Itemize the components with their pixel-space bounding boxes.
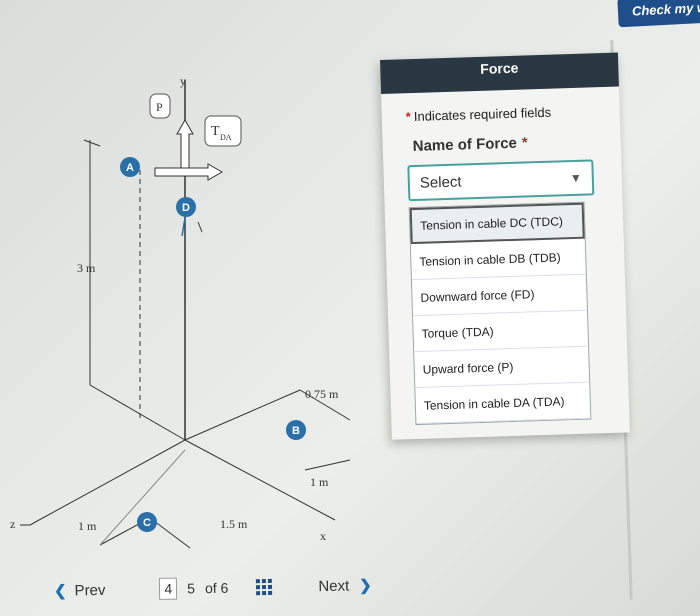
dim-1m-right: 1 m (310, 475, 329, 489)
tension-label: T (211, 124, 220, 139)
dim-3m: 3 m (77, 261, 96, 275)
pagination-footer: ❮ Prev 4 5 of 6 Next ❯ (40, 565, 381, 611)
page-5[interactable]: 5 (187, 580, 195, 596)
grid-view-icon[interactable] (256, 578, 273, 596)
y-axis-label: y (180, 74, 186, 88)
mechanics-diagram: y P T DA 3 m 0.75 m 1 m 1.5 m 1 m x z A … (10, 74, 351, 549)
point-b: B (292, 425, 300, 437)
dim-1-5m: 1.5 m (220, 517, 248, 531)
option-tension-db[interactable]: Tension in cable DB (TDB) (410, 238, 586, 281)
force-p-label: P (156, 100, 163, 114)
point-a: A (126, 162, 134, 174)
required-note: * Indicates required fields (405, 102, 620, 125)
option-torque[interactable]: Torque (TDA) (413, 310, 589, 353)
option-downward-force[interactable]: Downward force (FD) (411, 274, 587, 317)
option-tension-dc[interactable]: Tension in cable DC (TDC) (409, 202, 585, 245)
z-axis-label: z (10, 517, 15, 531)
prev-button[interactable]: ❮ Prev (53, 581, 106, 600)
dim-1m-left: 1 m (78, 519, 97, 533)
option-upward-force[interactable]: Upward force (P) (414, 346, 590, 389)
x-axis-label: x (320, 529, 326, 543)
required-asterisk: * (405, 109, 412, 125)
page-selector: 4 5 of 6 (159, 576, 273, 600)
tension-subscript: DA (220, 133, 232, 142)
chevron-down-icon: ▼ (569, 170, 583, 186)
page-4[interactable]: 4 (159, 577, 178, 600)
next-label: Next (318, 577, 350, 595)
select-value: Select (419, 173, 462, 192)
required-note-text: Indicates required fields (413, 104, 552, 124)
force-panel: Force * Indicates required fields Name of… (380, 52, 630, 440)
point-d: D (182, 202, 190, 214)
required-asterisk: * (521, 134, 528, 152)
dim-075m: 0.75 m (305, 387, 339, 401)
prev-label: Prev (74, 581, 106, 599)
point-c: C (143, 517, 151, 529)
page-count: of 6 (204, 579, 229, 597)
next-button[interactable]: Next ❯ (318, 576, 372, 595)
screen: Check my w y P T DA 3 m 0.75 m 1 m 1.5 m… (0, 0, 700, 616)
check-my-work-button[interactable]: Check my w (617, 0, 700, 28)
name-of-force-label: Name of Force * (412, 131, 620, 155)
option-tension-da[interactable]: Tension in cable DA (TDA) (415, 382, 591, 425)
name-of-force-select[interactable]: Select ▼ (407, 159, 595, 202)
panel-title: Force (380, 52, 619, 94)
field-label-text: Name of Force (412, 134, 518, 156)
chevron-right-icon: ❯ (359, 577, 372, 595)
chevron-left-icon: ❮ (53, 582, 67, 600)
force-options-list: Tension in cable DC (TDC) Tension in cab… (408, 201, 592, 426)
